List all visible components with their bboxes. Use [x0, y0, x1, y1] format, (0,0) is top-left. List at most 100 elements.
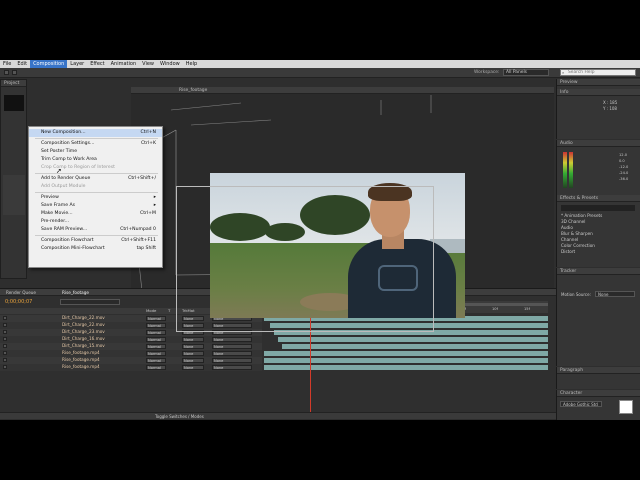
font-select[interactable]: Adobe Gothic Std — [560, 401, 602, 407]
paragraph-panel-title[interactable]: Paragraph — [557, 367, 640, 374]
layer-mode-select[interactable]: Normal — [146, 315, 166, 321]
layer-duration-bar[interactable] — [282, 343, 548, 349]
menu-item-label: Make Movie... — [41, 211, 73, 216]
menu-item-pre-render[interactable]: Pre-render... — [29, 218, 162, 226]
layer-parent-select[interactable]: None — [212, 364, 252, 370]
timeline-layer-row[interactable]: Dirt_Charge_15.mov Normal None None — [0, 343, 262, 350]
layer-name[interactable]: Rise_footage.mp4 — [62, 350, 100, 357]
menu-item-shortcut: Ctrl+N — [140, 130, 156, 135]
layer-parent-select[interactable]: None — [212, 350, 252, 356]
effects-search-input[interactable] — [561, 205, 635, 211]
layer-mode-select[interactable]: Normal — [146, 343, 166, 349]
menu-item-preview[interactable]: Preview ▸ — [29, 194, 162, 202]
timeline-search-input[interactable] — [60, 299, 120, 305]
layer-name[interactable]: Dirt_Charge_22.mov — [62, 322, 105, 329]
workspace-select[interactable]: All Panels — [503, 69, 549, 76]
menu-item-composition-settings[interactable]: Composition Settings... Ctrl+K — [29, 140, 162, 148]
motion-source-label: Motion Source: — [561, 292, 591, 297]
menu-item-composition-mini-flowchart[interactable]: Composition Mini-Flowchart tap Shift — [29, 245, 162, 253]
menu-composition[interactable]: Composition — [30, 60, 68, 68]
menu-item-label: Add to Render Queue — [41, 176, 91, 181]
layer-bounding-box[interactable] — [176, 186, 434, 332]
paragraph-panel: Paragraph — [556, 367, 640, 389]
menu-item-shortcut: Ctrl+Shift+F11 — [121, 238, 156, 243]
menu-edit[interactable]: Edit — [14, 60, 30, 68]
layer-name[interactable]: Dirt_Charge_23.mov — [62, 329, 105, 336]
layer-name[interactable]: Dirt_Charge_16.mov — [62, 336, 105, 343]
audio-panel: Audio 12.0 0.0 -12.0 -24.0 -36.0 — [556, 140, 640, 195]
menu-item-make-movie[interactable]: Make Movie... Ctrl+M — [29, 210, 162, 218]
menu-item-set-poster-time[interactable]: Set Poster Time — [29, 148, 162, 156]
menu-item-shortcut: ▸ — [153, 203, 156, 208]
layer-mode-select[interactable]: Normal — [146, 336, 166, 342]
layer-parent-select[interactable]: None — [212, 336, 252, 342]
effects-panel-title[interactable]: Effects & Presets — [557, 195, 640, 202]
menu-file[interactable]: File — [0, 60, 14, 68]
info-panel-title[interactable]: Info — [557, 89, 640, 96]
render-queue-tab[interactable]: Render Queue — [6, 290, 36, 295]
layer-mode-select[interactable]: Normal — [146, 322, 166, 328]
layer-trkmat-select[interactable]: None — [182, 364, 204, 370]
menu-item-trim-comp-to-work-area[interactable]: Trim Comp to Work Area — [29, 156, 162, 164]
character-panel-title[interactable]: Character — [557, 390, 640, 397]
layer-duration-bar[interactable] — [264, 357, 548, 363]
menu-layer[interactable]: Layer — [67, 60, 87, 68]
timeline-layer-row[interactable]: Rise_footage.mp4 Normal None None — [0, 350, 262, 357]
layer-mode-select[interactable]: Normal — [146, 357, 166, 363]
viewer-tab[interactable]: Rise_footage — [179, 88, 207, 93]
layer-name[interactable]: Rise_footage.mp4 — [62, 357, 100, 364]
info-x: X : 185 — [603, 100, 618, 105]
menu-item-add-output-module: Add Output Module — [29, 183, 162, 191]
menu-item-new-composition[interactable]: New Composition... Ctrl+N — [29, 129, 162, 137]
layer-trkmat-select[interactable]: None — [182, 350, 204, 356]
layer-mode-select[interactable]: Normal — [146, 350, 166, 356]
layer-duration-bar[interactable] — [264, 350, 548, 356]
menu-item-composition-flowchart[interactable]: Composition Flowchart Ctrl+Shift+F11 — [29, 237, 162, 245]
layer-name[interactable]: Dirt_Charge_22.mov — [62, 315, 105, 322]
timeline-layer-row[interactable]: Dirt_Charge_16.mov Normal None None — [0, 336, 262, 343]
motion-source-select[interactable]: None — [595, 291, 635, 297]
menu-item-save-ram-preview[interactable]: Save RAM Preview... Ctrl+Numpad 0 — [29, 226, 162, 234]
effect-category[interactable]: Distort — [557, 249, 640, 255]
audio-meter-left — [563, 152, 567, 188]
visibility-eye-icon[interactable] — [3, 365, 7, 372]
timeline-layer-row[interactable]: Rise_footage.mp4 Normal None None — [0, 364, 262, 371]
project-file-list[interactable] — [3, 175, 25, 215]
layer-name[interactable]: Rise_footage.mp4 — [62, 364, 100, 371]
fill-color-swatch[interactable] — [619, 400, 633, 414]
menu-item-label: Preview — [41, 195, 59, 200]
layer-name[interactable]: Dirt_Charge_15.mov — [62, 343, 105, 350]
menu-view[interactable]: View — [139, 60, 157, 68]
layer-mode-select[interactable]: Normal — [146, 329, 166, 335]
menu-item-add-to-render-queue[interactable]: Add to Render Queue Ctrl+Shift+/ — [29, 175, 162, 183]
menu-animation[interactable]: Animation — [108, 60, 140, 68]
menu-effect[interactable]: Effect — [87, 60, 107, 68]
audio-panel-title[interactable]: Audio — [557, 140, 640, 147]
project-panel-title: Project — [1, 80, 26, 87]
layer-parent-select[interactable]: None — [212, 343, 252, 349]
menu-item-save-frame-as[interactable]: Save Frame As ▸ — [29, 202, 162, 210]
tracker-panel-title[interactable]: Tracker — [557, 268, 640, 275]
menu-item-label: Composition Flowchart — [41, 238, 94, 243]
preview-panel-title[interactable]: Preview — [557, 79, 640, 86]
hand-tool-icon[interactable] — [12, 70, 17, 77]
layer-parent-select[interactable]: None — [212, 357, 252, 363]
menu-help[interactable]: Help — [183, 60, 200, 68]
timeline-layer-row[interactable]: Rise_footage.mp4 Normal None None — [0, 357, 262, 364]
layer-trkmat-select[interactable]: None — [182, 336, 204, 342]
layer-duration-bar[interactable] — [278, 336, 548, 342]
layer-duration-bar[interactable] — [264, 364, 548, 370]
search-help-input[interactable]: Search Help — [560, 69, 636, 76]
menu-item-label: Composition Mini-Flowchart — [41, 246, 105, 251]
layer-mode-select[interactable]: Normal — [146, 364, 166, 370]
menu-window[interactable]: Window — [157, 60, 183, 68]
layer-trkmat-select[interactable]: None — [182, 357, 204, 363]
rise-footage-tab[interactable]: Rise_footage — [62, 290, 89, 295]
timeline-timecode[interactable]: 0;00;00;07 — [5, 299, 32, 305]
menu-item-label: Pre-render... — [41, 219, 70, 224]
toggle-switches-modes-button[interactable]: Toggle Switches / Modes — [155, 414, 204, 419]
menu-separator — [35, 235, 158, 236]
menu-item-label: Save Frame As — [41, 203, 76, 208]
layer-trkmat-select[interactable]: None — [182, 343, 204, 349]
selection-tool-icon[interactable] — [4, 70, 9, 77]
